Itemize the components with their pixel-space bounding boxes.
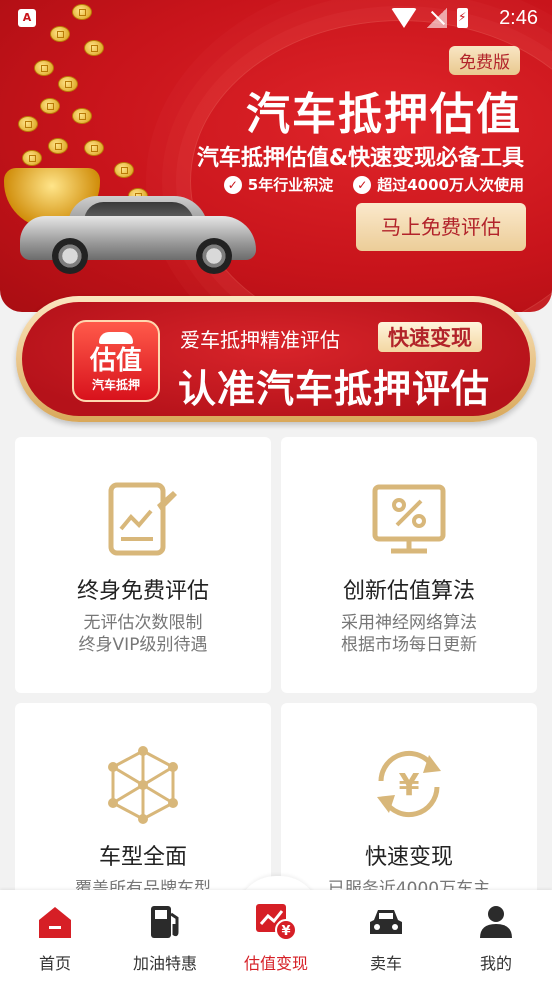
hero-feature: ✓ 5年行业积淀 [223, 174, 334, 195]
bottom-navigation: 首页 加油特惠 ¥ 估值变现 卖车 我的 [0, 890, 552, 983]
status-time: 2:46 [499, 7, 538, 29]
no-signal-icon [427, 8, 447, 28]
hero-feature: ✓ 超过4000万人次使用 [353, 174, 524, 195]
feature-card-free-evaluation[interactable]: 终身免费评估 无评估次数限制 终身VIP级别待遇 [15, 437, 271, 693]
percent-monitor-icon [372, 484, 446, 554]
hero-subtitle: 汽车抵押估值&快速变现必备工具 [196, 146, 524, 171]
nav-item-profile[interactable]: 我的 [441, 890, 551, 983]
app-logo-sub-text: 汽车抵押 [91, 378, 140, 392]
battery-charging-icon [457, 8, 468, 28]
promo-banner[interactable]: 估值 汽车抵押 爱车抵押精准评估 快速变现 认准汽车抵押评估 [16, 296, 536, 422]
hero-features: ✓ 5年行业积淀 ✓ 超过4000万人次使用 [223, 174, 524, 195]
feature-card-car-models[interactable]: 车型全面 覆盖所有品牌车型 [15, 703, 271, 903]
hero-banner: A 2:46 免费版 汽车抵押估值 汽车抵押估值&快速变现必备工具 [0, 0, 552, 312]
free-evaluation-button[interactable]: 马上免费评估 [356, 203, 526, 251]
car-silhouette-icon [99, 332, 133, 344]
card-title: 快速变现 [364, 845, 453, 870]
svg-text:¥: ¥ [281, 924, 290, 939]
promo-banner-inner: 估值 汽车抵押 爱车抵押精准评估 快速变现 认准汽车抵押评估 [22, 302, 530, 416]
card-title: 车型全面 [98, 845, 187, 870]
card-description: 采用神经网络算法 [341, 613, 477, 633]
car-icon [370, 910, 402, 934]
nav-item-valuation[interactable]: ¥ 估值变现 [221, 890, 331, 983]
car-illustration [20, 196, 256, 274]
promo-tag: 快速变现 [378, 322, 482, 352]
status-icons [391, 8, 468, 28]
card-description: 终身VIP级别待遇 [78, 635, 208, 655]
valuation-chart-icon: ¥ [256, 904, 297, 941]
nav-item-sell-car[interactable]: 卖车 [331, 890, 441, 983]
hero-title: 汽车抵押估值 [246, 89, 522, 140]
nav-label: 首页 [38, 954, 71, 973]
fuel-pump-icon [151, 906, 179, 938]
nav-label: 估值变现 [243, 954, 308, 973]
promo-headline: 认准汽车抵押评估 [178, 367, 491, 411]
yen-cycle-icon: ¥ [377, 750, 441, 818]
check-circle-icon: ✓ [353, 175, 372, 194]
check-circle-icon: ✓ [223, 175, 242, 194]
user-icon [480, 906, 512, 938]
promo-tagline: 爱车抵押精准评估 [180, 328, 340, 352]
card-title: 终身免费评估 [76, 579, 209, 604]
feature-card-fast-cash[interactable]: ¥ 快速变现 已服务近4000万车主 [281, 703, 537, 903]
nav-label: 加油特惠 [132, 954, 197, 973]
card-description: 根据市场每日更新 [341, 635, 477, 655]
nav-label: 我的 [479, 954, 512, 973]
card-description: 无评估次数限制 [83, 613, 203, 633]
feature-card-algorithm[interactable]: 创新估值算法 采用神经网络算法 根据市场每日更新 [281, 437, 537, 693]
nav-item-fuel[interactable]: 加油特惠 [110, 890, 220, 983]
app-logo-main-text: 估值 [89, 346, 142, 376]
home-icon [39, 907, 71, 938]
free-version-badge: 免费版 [449, 46, 520, 75]
svg-text:¥: ¥ [399, 768, 420, 803]
card-title: 创新估值算法 [342, 579, 475, 604]
edit-document-icon [108, 482, 177, 556]
hero-feature-label: 5年行业积淀 [247, 176, 334, 194]
network-cube-icon [108, 746, 178, 824]
app-logo: 估值 汽车抵押 [72, 320, 160, 402]
nav-label: 卖车 [369, 954, 402, 973]
nav-item-home[interactable]: 首页 [0, 890, 110, 983]
hero-feature-label: 超过4000万人次使用 [377, 176, 524, 194]
wifi-icon [391, 8, 417, 28]
